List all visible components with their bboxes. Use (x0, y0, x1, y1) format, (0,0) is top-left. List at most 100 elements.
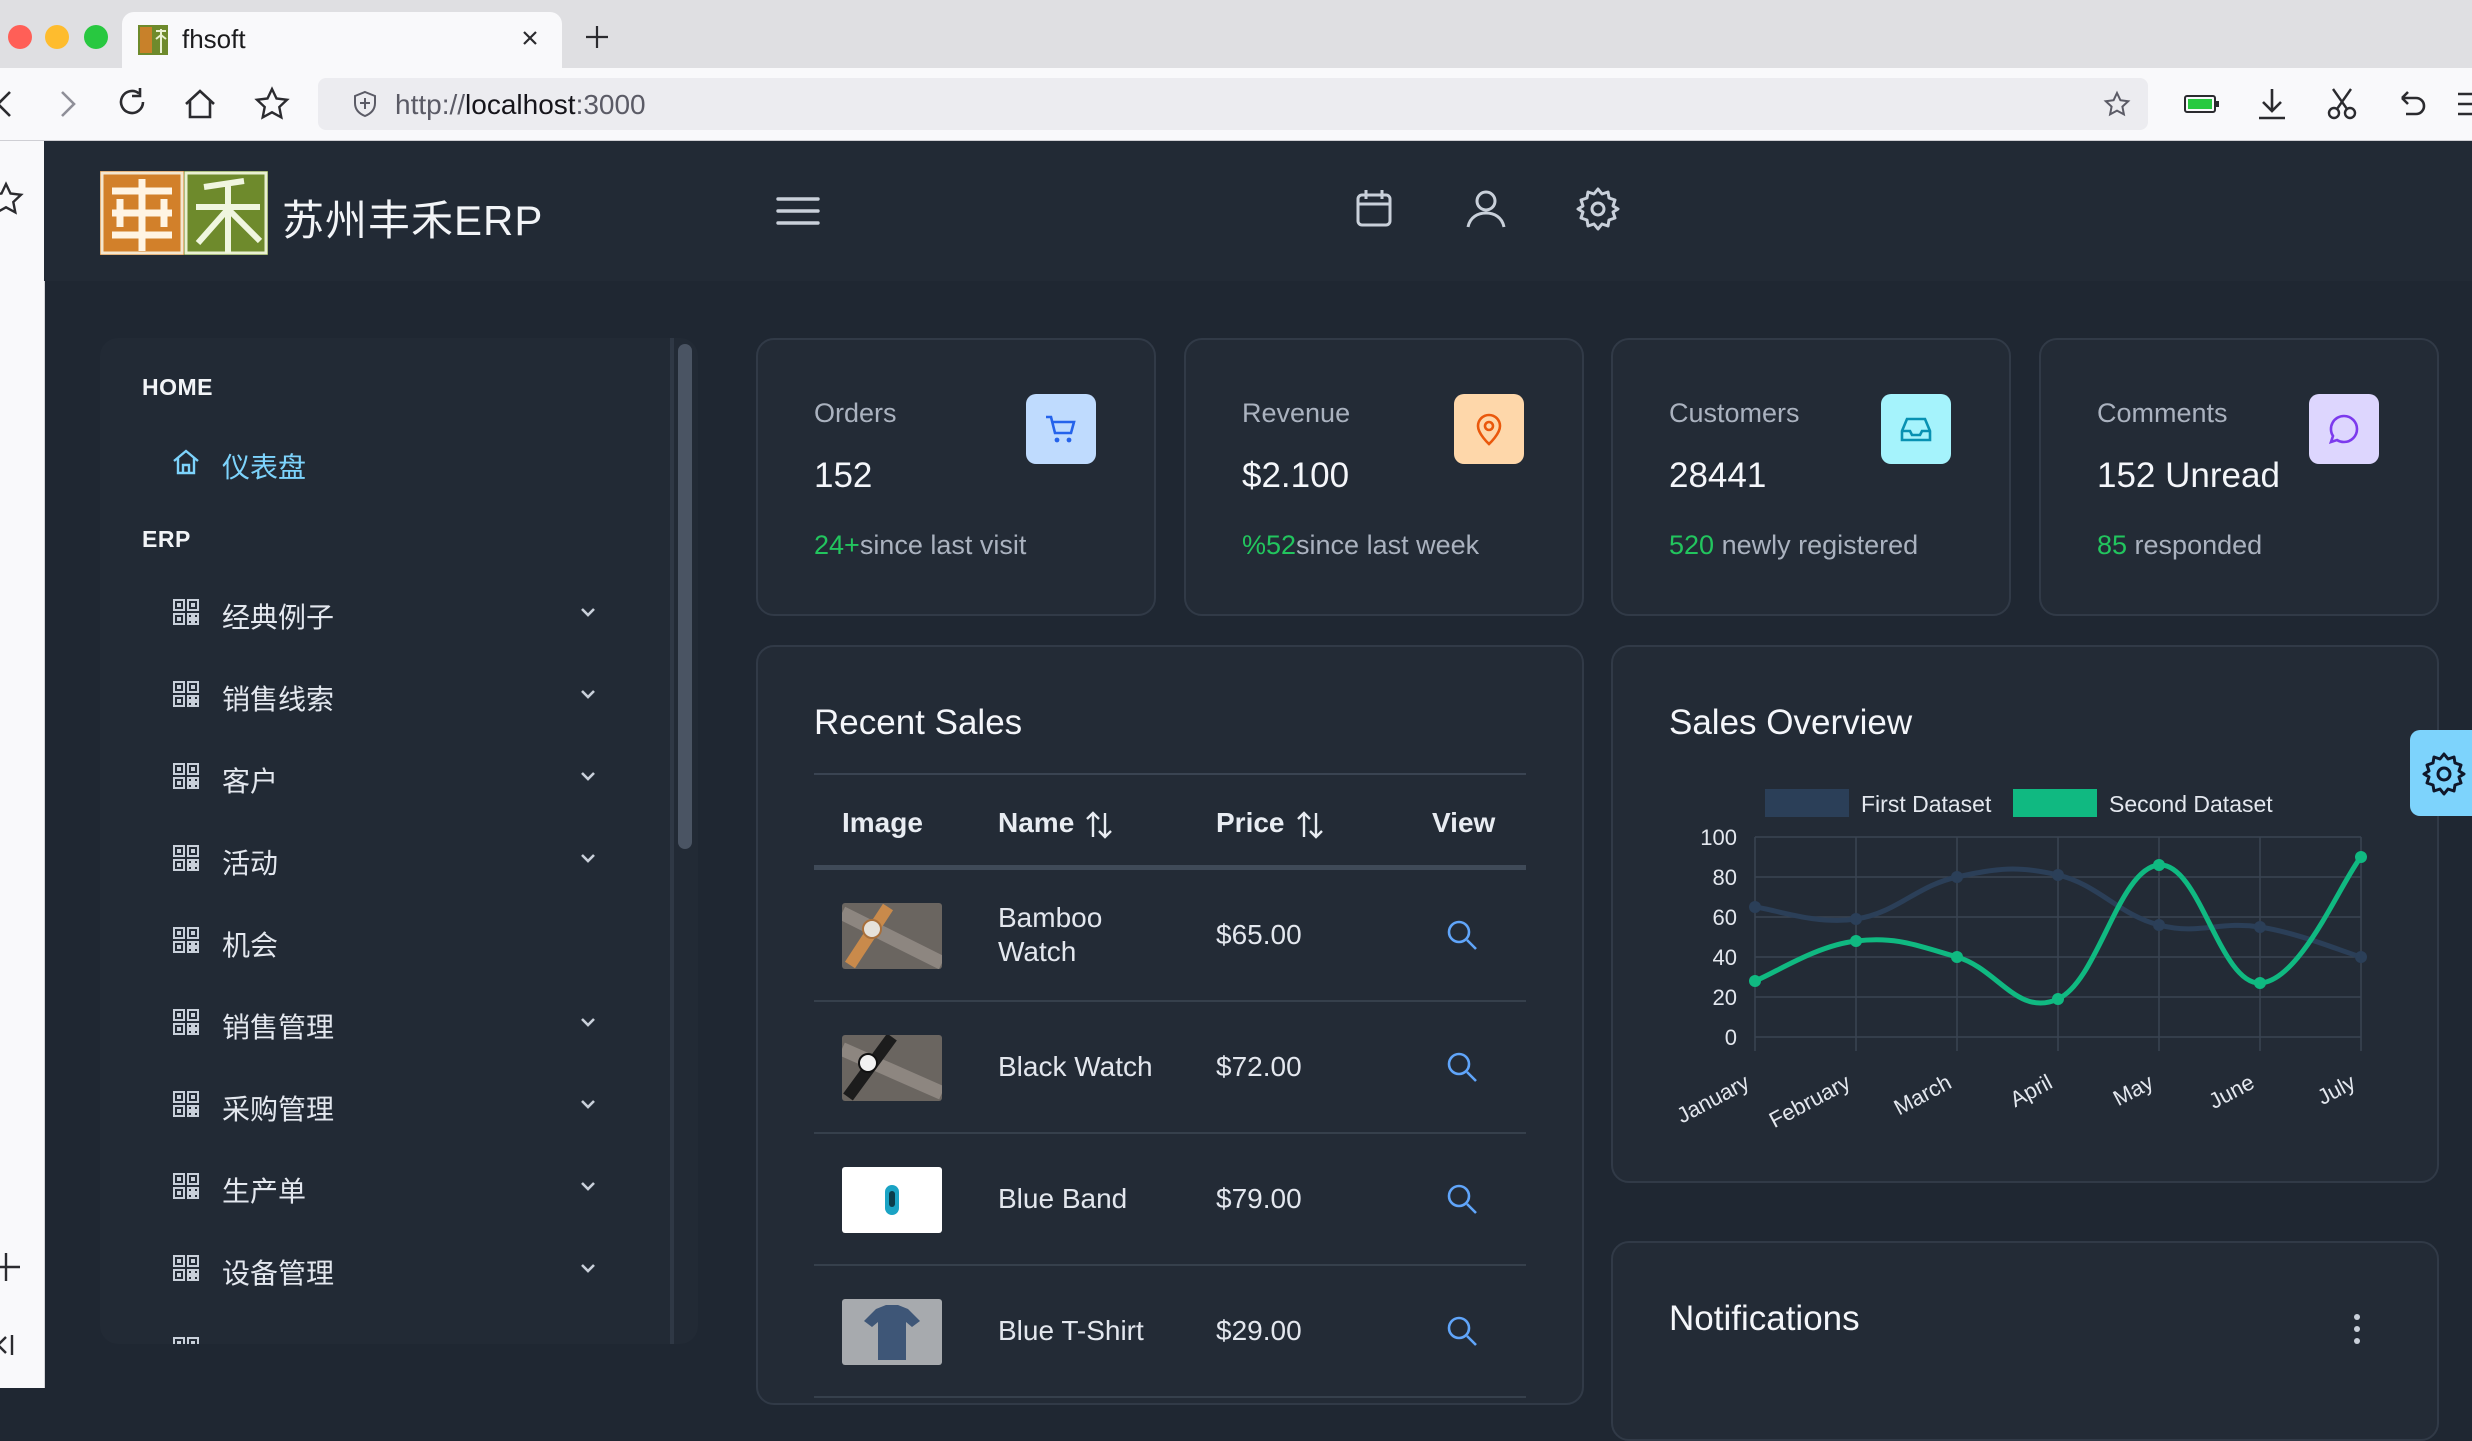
chevron-down-icon[interactable] (576, 1010, 600, 1034)
sidebar-item-equipment-management[interactable]: 设备管理 (170, 1238, 650, 1298)
chevron-down-icon[interactable] (576, 764, 600, 788)
recent-sales-title: Recent Sales (814, 703, 1023, 742)
sidebar-item-dashboard[interactable]: 仪表盘 (170, 432, 650, 492)
bookmark-star-icon[interactable] (252, 84, 292, 124)
layout-config-button[interactable] (2410, 730, 2472, 816)
favicon-icon (138, 25, 168, 55)
chevron-down-icon[interactable] (576, 1092, 600, 1116)
minimize-window-button[interactable] (45, 25, 69, 49)
back-icon[interactable] (0, 84, 26, 124)
data-point (1951, 871, 1963, 883)
bookmark-page-icon[interactable] (2102, 90, 2132, 120)
table-row: Blue T-Shirt $29.00 (814, 1266, 1526, 1398)
new-tab-icon[interactable] (580, 20, 614, 54)
view-search-icon[interactable] (1444, 1181, 1480, 1217)
view-search-icon[interactable] (1444, 1313, 1480, 1349)
column-header-name[interactable]: Name (998, 807, 1114, 841)
stat-value: $2.100 (1242, 456, 1350, 495)
comment-icon (2328, 414, 2359, 445)
sidebar-item-partial[interactable] (170, 1320, 650, 1344)
shield-icon[interactable] (350, 89, 380, 119)
address-bar[interactable]: http://localhost:3000 (318, 78, 2148, 130)
more-options-icon[interactable] (2345, 1311, 2369, 1347)
sidebar-item-label: 仪表盘 (222, 452, 307, 483)
browser-sidebar-strip (0, 141, 45, 1388)
undo-icon[interactable] (2390, 84, 2430, 124)
column-header-price[interactable]: Price (1216, 807, 1325, 841)
browser-nav-bar: http://localhost:3000 (0, 68, 2472, 141)
battery-icon[interactable] (2182, 84, 2222, 124)
table-row: Bamboo Watch $65.00 (814, 870, 1526, 1002)
data-point (2254, 921, 2266, 933)
star-icon[interactable] (0, 179, 26, 219)
recent-sales-card: Recent Sales Image Name Price View Bambo… (756, 645, 1584, 1405)
sidebar-item-sales-leads[interactable]: 销售线索 (170, 664, 650, 724)
calendar-icon[interactable] (1350, 185, 1398, 233)
sidebar-item-label: 销售线索 (222, 684, 335, 715)
chevron-down-icon[interactable] (576, 1174, 600, 1198)
x-tick-label: January (1672, 1069, 1753, 1128)
user-icon[interactable] (1462, 185, 1510, 233)
sales-overview-chart: 0 20 40 60 80 100 January February March April May… (1672, 825, 2367, 1133)
sidebar-item-classic-examples[interactable]: 经典例子 (170, 582, 650, 642)
app-header: 苏州丰禾ERP (44, 141, 2472, 281)
home-page-icon[interactable] (180, 84, 220, 124)
reload-icon[interactable] (112, 84, 152, 124)
qrcode-icon (173, 845, 199, 871)
close-tab-icon[interactable] (514, 22, 546, 54)
view-search-icon[interactable] (1444, 1049, 1480, 1085)
sidebar-item-activities[interactable]: 活动 (170, 828, 650, 888)
stat-title: Customers (1669, 398, 1800, 428)
chevron-down-icon[interactable] (576, 682, 600, 706)
settings-gear-icon (2422, 752, 2466, 796)
maximize-window-button[interactable] (84, 25, 108, 49)
sort-icon[interactable] (1084, 809, 1114, 841)
x-tick-label: June (2204, 1069, 2258, 1113)
home-icon (173, 449, 199, 475)
sidebar-scroll-track (670, 338, 674, 1344)
y-tick-label: 80 (1713, 865, 1737, 890)
stat-subtext: 520 newly registered (1669, 530, 1919, 560)
product-price: $65.00 (1216, 919, 1302, 950)
plus-icon[interactable] (0, 1247, 26, 1287)
sidebar-item-opportunities[interactable]: 机会 (170, 910, 650, 970)
stat-badge (1454, 394, 1524, 464)
sidebar-scrollbar[interactable] (678, 344, 692, 849)
qrcode-icon (173, 1009, 199, 1035)
x-tick-label: March (1890, 1069, 1956, 1120)
sort-icon[interactable] (1295, 809, 1325, 841)
data-point (1951, 951, 1963, 963)
y-tick-label: 0 (1725, 1025, 1737, 1050)
sidebar-item-sales-management[interactable]: 销售管理 (170, 992, 650, 1052)
chevron-down-icon[interactable] (576, 846, 600, 870)
view-search-icon[interactable] (1444, 917, 1480, 953)
chevron-down-icon[interactable] (576, 1256, 600, 1280)
browser-tab[interactable]: fhsoft (122, 12, 562, 68)
y-tick-label: 100 (1700, 825, 1737, 850)
data-point (1749, 901, 1761, 913)
product-name: Black Watch (998, 1051, 1153, 1082)
tab-title: fhsoft (182, 24, 246, 54)
qrcode-icon (173, 599, 199, 625)
qrcode-icon (173, 1173, 199, 1199)
hamburger-menu-icon[interactable] (774, 191, 822, 231)
data-point (2254, 977, 2266, 989)
scissors-icon[interactable] (2322, 84, 2362, 124)
collapse-sidebar-icon[interactable] (0, 1325, 26, 1365)
download-icon[interactable] (2252, 84, 2292, 124)
menu-overflow-icon[interactable] (2452, 84, 2472, 124)
qrcode-icon (173, 1337, 199, 1344)
close-window-button[interactable] (8, 25, 32, 49)
sidebar-item-customers[interactable]: 客户 (170, 746, 650, 806)
settings-gear-icon[interactable] (1574, 185, 1622, 233)
chevron-down-icon[interactable] (576, 600, 600, 624)
data-point (2052, 869, 2064, 881)
sidebar-item-purchase-management[interactable]: 采购管理 (170, 1074, 650, 1134)
forward-icon[interactable] (46, 84, 86, 124)
sidebar-item-production-orders[interactable]: 生产单 (170, 1156, 650, 1216)
data-point (1850, 935, 1862, 947)
data-point (2052, 993, 2064, 1005)
table-top-border (814, 773, 1526, 775)
product-image-black-watch (842, 1035, 942, 1101)
sidebar-section-home: HOME (142, 374, 213, 400)
